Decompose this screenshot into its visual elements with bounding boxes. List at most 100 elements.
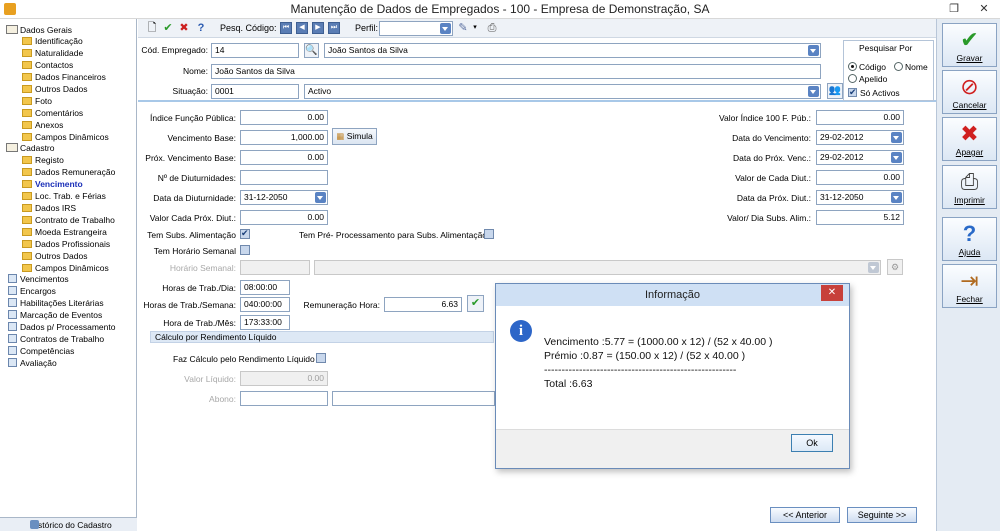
tree-item-vencimento[interactable]: Vencimento xyxy=(22,179,83,190)
search-icon[interactable]: 🔍 xyxy=(304,43,319,58)
history-bar[interactable]: Histórico do Cadastro xyxy=(0,517,137,531)
tree-item-identificacao[interactable]: Identificação xyxy=(22,36,83,47)
restore-icon[interactable]: ❐ xyxy=(940,0,968,19)
radio-apelido[interactable] xyxy=(848,74,857,83)
tree-item-campos-dinamicos[interactable]: Campos Dinâmicos xyxy=(22,132,109,143)
dialog-close-icon[interactable]: ✕ xyxy=(821,285,843,301)
tree-item-marcacao-eventos[interactable]: Marcação de Eventos xyxy=(8,310,102,321)
tree-item-dados-remuneracao[interactable]: Dados Remuneração xyxy=(22,167,115,178)
data-prox-diut-field[interactable]: 31-12-2050 xyxy=(816,190,904,205)
check-icon: ✔ xyxy=(960,27,979,52)
tree-item-dados-profissionais[interactable]: Dados Profissionais xyxy=(22,239,110,250)
gravar-button[interactable]: ✔ Gravar xyxy=(942,23,997,67)
tem-pre-processamento-checkbox[interactable] xyxy=(484,229,494,239)
tree-item-dados-irs[interactable]: Dados IRS xyxy=(22,203,76,214)
valor-cada-diut-label: Valor de Cada Diut.: xyxy=(735,173,811,183)
tree-item-vencimentos[interactable]: Vencimentos xyxy=(8,274,69,285)
history-toggle-icon[interactable] xyxy=(30,520,39,529)
horas-semana-field[interactable]: 040:00:00 xyxy=(240,297,290,312)
tree-item-foto[interactable]: Foto xyxy=(22,96,52,107)
remuneracao-hora-field[interactable]: 6.63 xyxy=(384,297,462,312)
data-diuturnidade-label: Data da Diuturnidade: xyxy=(153,193,236,203)
horas-dia-field[interactable]: 08:00:00 xyxy=(240,280,290,295)
help-icon[interactable]: ? xyxy=(195,22,207,34)
valor-cada-diut-field[interactable]: 0.00 xyxy=(816,170,904,185)
tree-item-avaliacao[interactable]: Avaliação xyxy=(8,358,57,369)
last-record-icon[interactable]: ⏭ xyxy=(328,22,340,34)
close-window-icon[interactable]: ✕ xyxy=(970,0,998,19)
tree-item-outros-dados[interactable]: Outros Dados xyxy=(22,84,87,95)
tree-item-moeda-estrangeira[interactable]: Moeda Estrangeira xyxy=(22,227,107,238)
tree-item-outros-dados-2[interactable]: Outros Dados xyxy=(22,251,87,262)
abono-select[interactable] xyxy=(332,391,495,406)
radio-nome[interactable] xyxy=(894,62,903,71)
apagar-button[interactable]: ✖ Apagar xyxy=(942,117,997,161)
nome-field[interactable]: João Santos da Silva xyxy=(211,64,821,79)
valor-prox-diut-field[interactable]: 0.00 xyxy=(240,210,328,225)
so-activos-checkbox[interactable] xyxy=(848,87,857,98)
imprimir-button[interactable]: ⎙ Imprimir xyxy=(942,165,997,209)
ajuda-button[interactable]: ? Ajuda xyxy=(942,217,997,261)
next-record-icon[interactable]: ▶ xyxy=(312,22,324,34)
n-diuturnidades-field[interactable] xyxy=(240,170,328,185)
abono-code-field[interactable] xyxy=(240,391,328,406)
exit-door-icon: ⇥ xyxy=(960,268,979,293)
cancel-x-icon[interactable]: ✖ xyxy=(178,22,190,34)
perfil-select[interactable] xyxy=(379,21,453,36)
tree-item-encargos[interactable]: Encargos xyxy=(8,286,56,297)
cancelar-button[interactable]: ⊘ Cancelar xyxy=(942,70,997,114)
data-prox-venc-field[interactable]: 29-02-2012 xyxy=(816,150,904,165)
valor-dia-subs-field[interactable]: 5.12 xyxy=(816,210,904,225)
tree-item-contrato-trabalho[interactable]: Contrato de Trabalho xyxy=(22,215,115,226)
radio-codigo[interactable] xyxy=(848,62,857,71)
situacao-select[interactable]: Activo xyxy=(304,84,821,99)
faz-calculo-checkbox[interactable] xyxy=(316,353,326,363)
new-document-icon[interactable]: 🗋 xyxy=(146,22,158,34)
tem-subs-alimentacao-checkbox[interactable] xyxy=(240,228,250,239)
tree-node-dados-gerais[interactable]: Dados Gerais xyxy=(6,25,72,36)
tree-item-dados-financeiros[interactable]: Dados Financeiros xyxy=(22,72,106,83)
confirm-check-icon[interactable]: ✔ xyxy=(467,295,484,312)
prev-record-icon[interactable]: ◀ xyxy=(296,22,308,34)
edit-profile-icon[interactable]: ✎ xyxy=(457,22,469,34)
tree-item-dados-processamento[interactable]: Dados p/ Processamento xyxy=(8,322,115,333)
situacao-code-field[interactable]: 0001 xyxy=(211,84,299,99)
first-record-icon[interactable]: ⏮ xyxy=(280,22,292,34)
tree-node-cadastro[interactable]: Cadastro xyxy=(6,143,55,154)
tree-item-habilitacoes[interactable]: Habilitações Literárias xyxy=(8,298,104,309)
data-vencimento-field[interactable]: 29-02-2012 xyxy=(816,130,904,145)
tree-item-contratos-trabalho[interactable]: Contratos de Trabalho xyxy=(8,334,104,345)
dialog-line-total: Total :6.63 xyxy=(544,378,593,390)
tem-horario-semanal-checkbox[interactable] xyxy=(240,245,250,255)
tree-item-anexos[interactable]: Anexos xyxy=(22,120,63,131)
anterior-button[interactable]: << Anterior xyxy=(770,507,840,523)
print-preview-icon[interactable]: ⎙ xyxy=(486,22,498,34)
horario-semanal-code-field xyxy=(240,260,310,275)
tree-item-naturalidade[interactable]: Naturalidade xyxy=(22,48,83,59)
prox-vencimento-field[interactable]: 0.00 xyxy=(240,150,328,165)
tree-item-contactos[interactable]: Contactos xyxy=(22,60,73,71)
cod-empregado-field[interactable]: 14 xyxy=(211,43,299,58)
vencimento-base-field[interactable]: 1,000.00 xyxy=(240,130,328,145)
tree-item-campos-dinamicos-2[interactable]: Campos Dinâmicos xyxy=(22,263,109,274)
fechar-button[interactable]: ⇥ Fechar xyxy=(942,264,997,308)
save-check-icon[interactable]: ✔ xyxy=(162,22,174,34)
employee-select[interactable]: João Santos da Silva xyxy=(324,43,821,58)
folder-icon xyxy=(22,264,32,272)
indice-funcao-field[interactable]: 0.00 xyxy=(240,110,328,125)
valor-dia-subs-label: Valor/ Dia Subs. Alim.: xyxy=(727,213,811,223)
tree-item-comentarios[interactable]: Comentários xyxy=(22,108,83,119)
simula-button[interactable]: ▦ Simula xyxy=(332,128,377,145)
seguinte-button[interactable]: Seguinte >> xyxy=(847,507,917,523)
horas-dia-label: Horas de Trab./Dia: xyxy=(162,283,236,293)
data-diuturnidade-field[interactable]: 31-12-2050 xyxy=(240,190,328,205)
tree-item-loc-trab-ferias[interactable]: Loc. Trab. e Férias xyxy=(22,191,106,202)
valor-indice-field[interactable]: 0.00 xyxy=(816,110,904,125)
profile-dropdown-arrow-icon[interactable]: ▾ xyxy=(469,22,481,34)
tree-item-competencias[interactable]: Competências xyxy=(8,346,74,357)
hora-mes-field[interactable]: 173:33:00 xyxy=(240,315,290,330)
people-icon[interactable]: 👥 xyxy=(827,83,843,99)
ok-button[interactable]: Ok xyxy=(791,434,833,452)
folder-icon xyxy=(22,168,32,176)
tree-item-registo[interactable]: Registo xyxy=(22,155,64,166)
